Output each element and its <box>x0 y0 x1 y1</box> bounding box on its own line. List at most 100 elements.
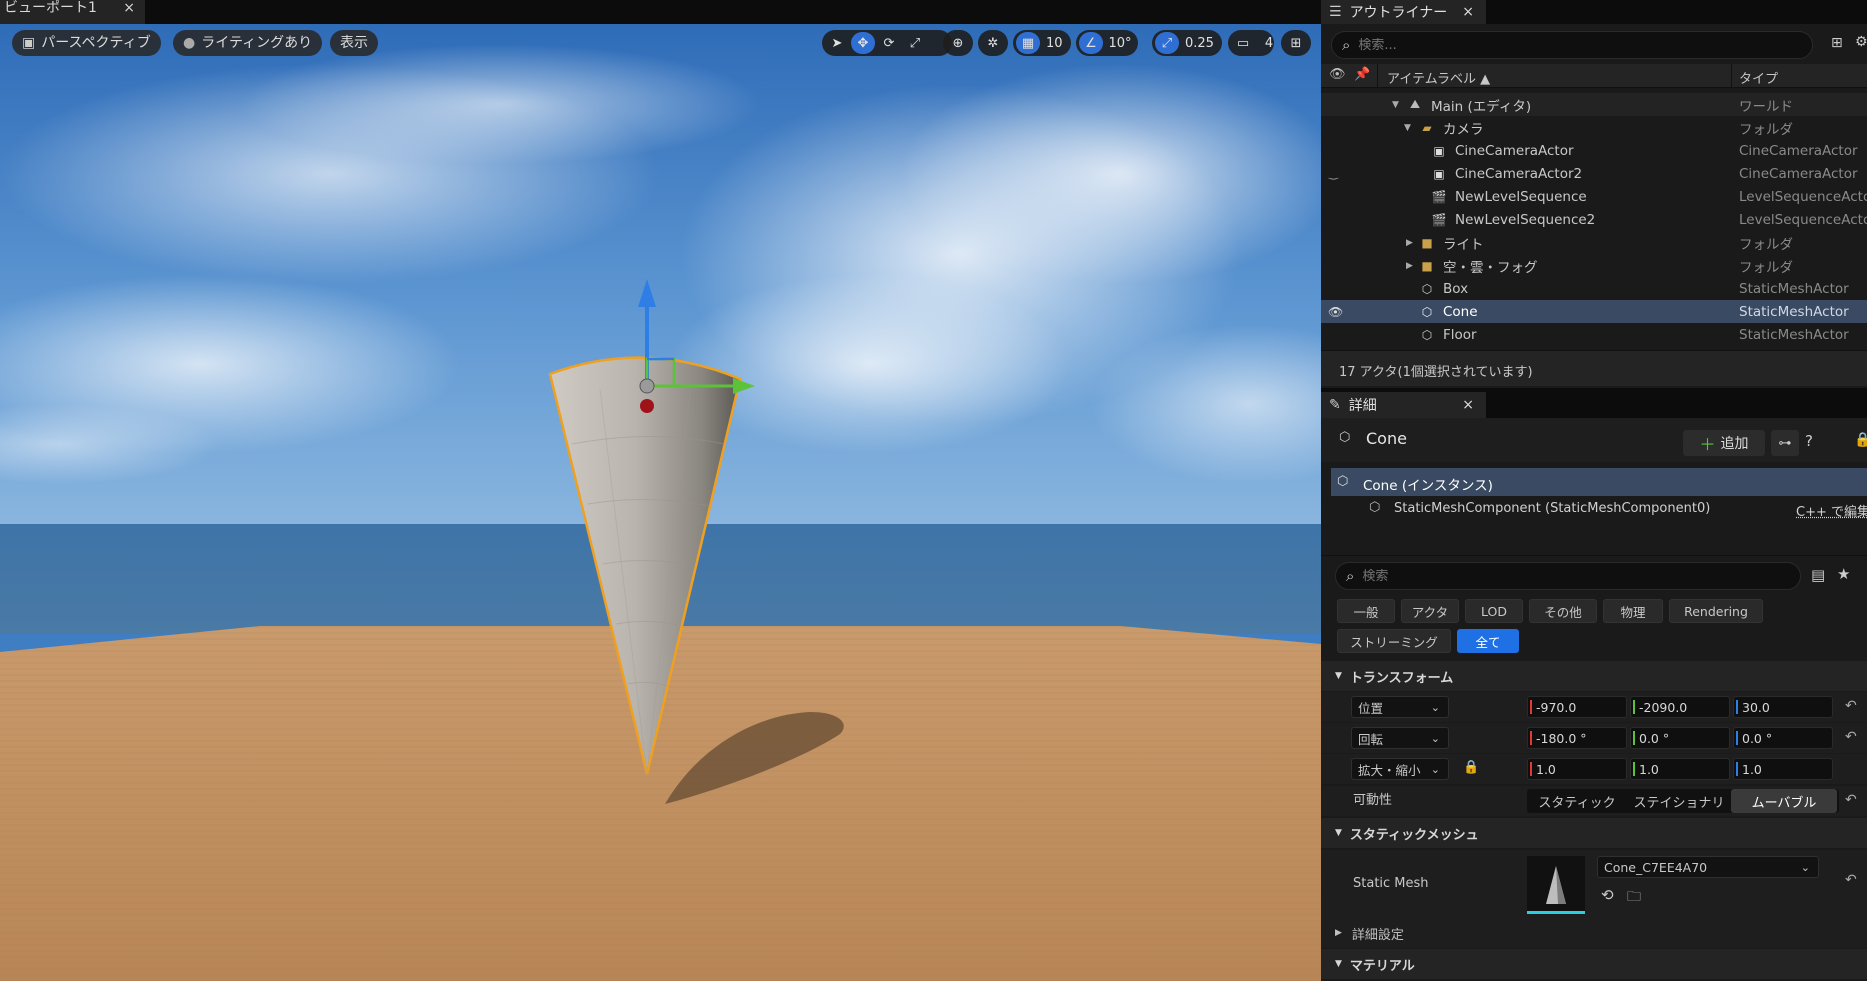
help-icon[interactable]: ? <box>1805 432 1813 450</box>
outliner-close-icon[interactable]: × <box>1462 4 1474 20</box>
advanced-row[interactable]: ▶ 詳細設定 <box>1321 918 1867 948</box>
add-folder-icon[interactable]: ⊞ <box>1831 35 1843 51</box>
surface-snap-toggle[interactable]: ✲ <box>978 30 1008 56</box>
transform-section-header[interactable]: ▼ トランスフォーム <box>1321 661 1867 691</box>
mesh-thumbnail[interactable] <box>1527 856 1585 914</box>
viewport-menu-button[interactable]: ▣ パースペクティブ <box>12 30 161 56</box>
details-search-input[interactable] <box>1362 568 1800 584</box>
component-row[interactable]: ⬡ StaticMeshComponent (StaticMeshCompone… <box>1331 497 1867 521</box>
cube-icon: ▣ <box>22 35 36 51</box>
rotation-y-field[interactable]: 0.0 ° <box>1630 727 1730 749</box>
filter-chip-active[interactable]: 全て <box>1457 629 1519 653</box>
hidden-eye-icon[interactable]: ‿ <box>1329 167 1338 180</box>
lock-icon[interactable]: 🔒 <box>1854 432 1867 448</box>
lighting-mode-button[interactable]: ● ライティングあり <box>173 30 323 56</box>
column-item-label[interactable]: アイテムラベル ▲ <box>1387 68 1490 87</box>
outliner-tab[interactable]: ☰ アウトライナー × <box>1321 0 1486 24</box>
lock-icon[interactable]: 🔒 <box>1463 760 1479 775</box>
move-tool-icon[interactable]: ✥ <box>851 32 875 54</box>
location-dropdown[interactable]: 位置 ⌄ <box>1351 696 1449 718</box>
browse-folder-icon[interactable]: 🗀 <box>1627 886 1641 910</box>
outliner-row-box[interactable]: ⬡ Box StaticMeshActor <box>1321 277 1867 300</box>
filter-chip[interactable]: ストリーミング <box>1337 629 1451 653</box>
filter-chip[interactable]: Rendering <box>1669 599 1763 623</box>
scale-tool-icon[interactable]: ⤢ <box>903 32 927 54</box>
outliner-row-cinecamera[interactable]: ▣ CineCameraActor CineCameraActor <box>1321 139 1867 162</box>
outliner-item-type: ワールド <box>1739 98 1793 115</box>
filter-chip[interactable]: 一般 <box>1337 599 1395 623</box>
mobility-option-static[interactable]: スタティック <box>1527 789 1627 813</box>
reset-icon[interactable]: ↶ <box>1845 792 1857 808</box>
rotation-z-field[interactable]: 0.0 ° <box>1733 727 1833 749</box>
settings-gear-icon[interactable]: ⚙ <box>1855 34 1867 50</box>
blueprint-icon[interactable]: ⊶ <box>1771 430 1799 456</box>
outliner-row-sequence[interactable]: 🎬 NewLevelSequence LevelSequenceActor <box>1321 185 1867 208</box>
layout-button[interactable]: ⊞ <box>1281 30 1311 56</box>
rotate-tool-icon[interactable]: ⟳ <box>877 32 901 54</box>
scale-y-field[interactable]: 1.0 <box>1630 758 1730 780</box>
reset-icon[interactable]: ↶ <box>1845 729 1857 745</box>
show-button[interactable]: 表示 <box>330 30 378 56</box>
component-instance-row[interactable]: ⬡ Cone (インスタンス) <box>1331 468 1867 496</box>
chevron-right-icon[interactable]: ▶ <box>1406 238 1413 248</box>
filter-chip[interactable]: アクタ <box>1401 599 1459 623</box>
grid-snap-control[interactable]: ▦ 10 <box>1013 30 1071 56</box>
outliner-search[interactable]: ⌕ <box>1331 31 1813 59</box>
chevron-down-icon[interactable]: ▼ <box>1392 100 1399 110</box>
mobility-option-movable[interactable]: ムーバブル <box>1731 789 1837 813</box>
scale-x-field[interactable]: 1.0 <box>1527 758 1627 780</box>
outliner-row-main[interactable]: ▼ ⛰ Main (エディタ) ワールド <box>1321 93 1867 116</box>
outliner-row-cinecamera2[interactable]: ‿ ▣ CineCameraActor2 CineCameraActor <box>1321 162 1867 185</box>
outliner-item-label: Cone <box>1443 303 1478 320</box>
viewport-tab[interactable]: ビューポート1 × <box>0 0 145 24</box>
outliner-row-light-folder[interactable]: ▶ ■ ライト フォルダ <box>1321 231 1867 254</box>
filter-chip[interactable]: LOD <box>1465 599 1523 623</box>
camera-speed-control[interactable]: ▭ 4 <box>1228 30 1274 56</box>
outliner-row-sky-folder[interactable]: ▶ ■ 空・雲・フォグ フォルダ <box>1321 254 1867 277</box>
chevron-down-icon[interactable]: ▼ <box>1404 123 1411 133</box>
static-mesh-icon: ⬡ <box>1339 430 1351 445</box>
rotation-dropdown[interactable]: 回転 ⌄ <box>1351 727 1449 749</box>
angle-snap-control[interactable]: ∠ 10° <box>1076 30 1138 56</box>
details-search[interactable]: ⌕ <box>1335 562 1801 590</box>
add-label: 追加 <box>1720 436 1749 452</box>
outliner-row-sequence2[interactable]: 🎬 NewLevelSequence2 LevelSequenceActor <box>1321 208 1867 231</box>
select-tool-icon[interactable]: ➤ <box>825 32 849 54</box>
outliner-row-floor[interactable]: ⬡ Floor StaticMeshActor <box>1321 323 1867 346</box>
world-local-toggle[interactable]: ⊕ <box>943 30 973 56</box>
outliner-row-cone[interactable]: 👁 ⬡ Cone StaticMeshActor <box>1321 300 1867 323</box>
use-selected-arrow-icon[interactable]: ⟲ <box>1601 886 1614 904</box>
rotation-x-field[interactable]: -180.0 ° <box>1527 727 1627 749</box>
add-component-button[interactable]: ＋ 追加 <box>1683 430 1765 456</box>
location-y-field[interactable]: -2090.0 <box>1630 696 1730 718</box>
filter-chip[interactable]: 物理 <box>1603 599 1663 623</box>
viewport-close-icon[interactable]: × <box>123 0 135 16</box>
static-mesh-icon: ⬡ <box>1369 500 1381 515</box>
reset-icon[interactable]: ↶ <box>1845 872 1857 888</box>
surface-snap-icon: ✲ <box>987 35 999 51</box>
details-close-icon[interactable]: × <box>1462 397 1474 413</box>
outliner-search-input[interactable] <box>1358 37 1812 53</box>
viewport-scene[interactable]: ▣ パースペクティブ ● ライティングあり 表示 ➤ ✥ ⟳ ⤢ ⊕ ✲ ▦ 1… <box>0 24 1321 981</box>
scale-z-field[interactable]: 1.0 <box>1733 758 1833 780</box>
reset-icon[interactable]: ↶ <box>1845 698 1857 714</box>
scale-dropdown[interactable]: 拡大・縮小 ⌄ <box>1351 758 1449 780</box>
location-x-field[interactable]: -970.0 <box>1527 696 1627 718</box>
column-type-label[interactable]: タイプ <box>1739 68 1778 87</box>
mobility-option-stationary[interactable]: ステイショナリ <box>1627 789 1731 813</box>
filter-chip[interactable]: その他 <box>1529 599 1597 623</box>
static-mesh-dropdown[interactable]: Cone_C7EE4A70 ⌄ <box>1597 856 1819 878</box>
static-mesh-section-header[interactable]: ▼ スタティックメッシュ <box>1321 818 1867 848</box>
scale-label: 拡大・縮小 <box>1358 762 1421 778</box>
details-tab[interactable]: ✎ 詳細 × <box>1321 392 1486 418</box>
table-view-icon[interactable]: ▤ <box>1811 566 1825 584</box>
outliner-row-camera-folder[interactable]: ▼ ▰ カメラ フォルダ <box>1321 116 1867 139</box>
chevron-right-icon[interactable]: ▶ <box>1406 261 1413 271</box>
visibility-eye-icon: 👁 <box>1329 67 1346 82</box>
visibility-eye-icon[interactable]: 👁 <box>1328 305 1343 319</box>
scale-snap-control[interactable]: ⤢ 0.25 <box>1152 30 1222 56</box>
material-section-header[interactable]: ▼ マテリアル <box>1321 949 1867 979</box>
location-z-field[interactable]: 30.0 <box>1733 696 1833 718</box>
edit-cpp-link[interactable]: C++ で編集 <box>1796 501 1867 520</box>
star-icon[interactable]: ★ <box>1837 565 1850 583</box>
